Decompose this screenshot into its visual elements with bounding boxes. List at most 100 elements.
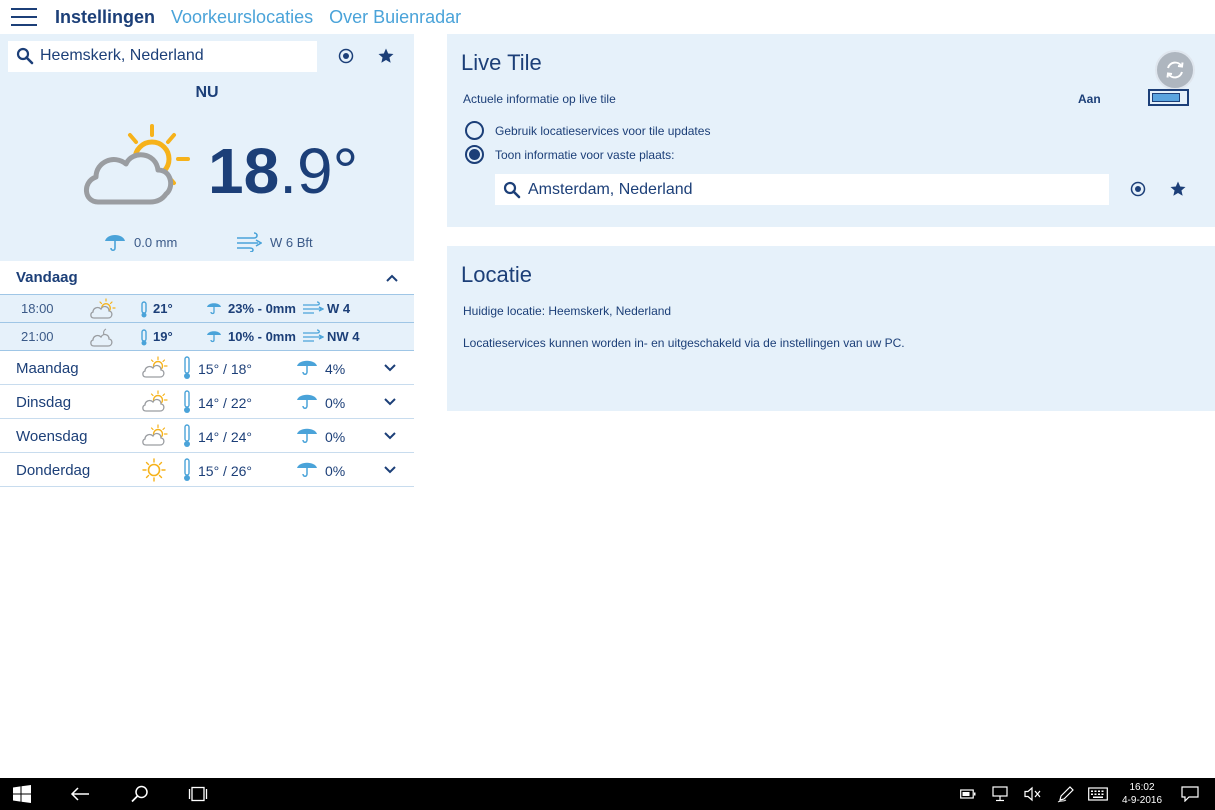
day-name: Donderdag — [16, 462, 91, 479]
day-precipitation: 0% — [325, 463, 346, 479]
radio-button-unchecked — [465, 121, 484, 140]
wind-icon — [237, 232, 262, 252]
day-row-maandag[interactable]: Maandag 15° / 18° 4% — [0, 351, 414, 385]
day-row-woensdag[interactable]: Woensdag 14° / 24° 0% — [0, 419, 414, 453]
location-services-note: Locatieservices kunnen worden in- en uit… — [463, 336, 905, 350]
battery-indicator[interactable] — [958, 784, 978, 804]
hour-time: 21:00 — [21, 329, 54, 344]
day-temperature: 15° / 18° — [198, 361, 253, 377]
partly-cloudy-icon — [142, 356, 168, 378]
tab-voorkeurslocaties[interactable]: Voorkeurslocaties — [171, 7, 313, 28]
current-location-button[interactable] — [336, 46, 356, 66]
pen-icon — [1057, 786, 1074, 803]
tab-instellingen[interactable]: Instellingen — [55, 7, 155, 28]
location-search-value: Heemskerk, Nederland — [40, 47, 204, 64]
search-icon — [131, 785, 148, 803]
radio-location-services-label: Gebruik locatieservices voor tile update… — [495, 123, 711, 138]
fixed-favorite-button[interactable] — [1168, 179, 1188, 199]
network-icon — [992, 786, 1008, 802]
fixed-location-value: Amsterdam, Nederland — [528, 180, 693, 198]
day-name: Dinsdag — [16, 394, 72, 411]
hour-time: 18:00 — [21, 301, 54, 316]
app-window: Instellingen Voorkeurslocaties Over Buie… — [0, 0, 1215, 778]
locate-icon — [1130, 181, 1146, 197]
search-button[interactable] — [130, 784, 150, 804]
chevron-down-icon — [384, 466, 396, 474]
radio-fixed-location[interactable]: Toon informatie voor vaste plaats: — [465, 145, 674, 164]
star-icon — [1170, 181, 1186, 196]
favorite-button[interactable] — [376, 46, 396, 66]
action-center-button[interactable] — [1180, 784, 1200, 804]
wind-icon — [303, 301, 324, 314]
day-precipitation: 0% — [325, 395, 346, 411]
system-clock[interactable]: 16:02 4-9-2016 — [1117, 781, 1167, 807]
refresh-button[interactable] — [1155, 50, 1195, 90]
wind-icon — [303, 329, 324, 342]
hamburger-menu-icon[interactable] — [11, 8, 37, 26]
hour-temperature: 21° — [153, 301, 173, 316]
current-temperature: 18.9° — [208, 139, 358, 203]
taskbar: 16:02 4-9-2016 — [0, 778, 1215, 810]
temperature-decimal: .9° — [279, 135, 359, 207]
partly-cloudy-icon — [90, 298, 116, 319]
chevron-down-icon — [384, 432, 396, 440]
chevron-up-icon — [386, 274, 398, 282]
partly-cloudy-icon — [142, 390, 168, 412]
umbrella-icon — [105, 235, 125, 252]
fixed-current-location-button[interactable] — [1128, 179, 1148, 199]
volume-indicator[interactable] — [1023, 784, 1043, 804]
locatie-title: Locatie — [461, 262, 532, 287]
locatie-panel: Locatie Huidige locatie: Heemskerk, Nede… — [447, 246, 1215, 411]
chevron-down-icon — [384, 398, 396, 406]
hour-row: 21:00 19° 10% - 0mm NW 4 — [0, 323, 414, 351]
network-indicator[interactable] — [991, 784, 1011, 804]
toggle-state-label: Aan — [1078, 92, 1101, 106]
top-navigation: Instellingen Voorkeurslocaties Over Buie… — [0, 0, 1215, 34]
pen-workspace-button[interactable] — [1056, 784, 1076, 804]
task-view-button[interactable] — [188, 784, 208, 804]
day-row-dinsdag[interactable]: Dinsdag 14° / 22° 0% — [0, 385, 414, 419]
thermometer-icon — [184, 390, 190, 413]
notification-icon — [1181, 786, 1199, 802]
locate-icon — [338, 48, 354, 64]
location-search-input[interactable]: Heemskerk, Nederland — [8, 40, 317, 72]
location-search-row: Heemskerk, Nederland — [8, 40, 412, 72]
day-name: Maandag — [16, 360, 79, 377]
day-temperature: 14° / 22° — [198, 395, 253, 411]
day-row-donderdag[interactable]: Donderdag 15° / 26° 0% — [0, 453, 414, 487]
live-tile-title: Live Tile — [461, 50, 542, 75]
refresh-icon — [1166, 61, 1184, 79]
toggle-fill — [1152, 93, 1180, 102]
touch-keyboard-button[interactable] — [1088, 784, 1108, 804]
umbrella-icon — [207, 303, 221, 315]
thermometer-icon — [141, 329, 147, 346]
fixed-location-input[interactable]: Amsterdam, Nederland — [495, 174, 1109, 205]
radio-location-services[interactable]: Gebruik locatieservices voor tile update… — [465, 121, 710, 140]
tab-over-buienradar[interactable]: Over Buienradar — [329, 7, 461, 28]
hour-precipitation: 23% - 0mm — [228, 301, 296, 316]
back-button[interactable] — [70, 784, 90, 804]
hour-wind: W 4 — [327, 301, 351, 316]
now-label: NU — [195, 84, 219, 101]
thermometer-icon — [184, 356, 190, 379]
live-tile-toggle[interactable] — [1148, 89, 1189, 106]
chevron-down-icon — [384, 364, 396, 372]
thermometer-icon — [184, 424, 190, 447]
current-precipitation: 0.0 mm — [104, 232, 177, 252]
current-location-text: Huidige locatie: Heemskerk, Nederland — [463, 304, 672, 318]
day-temperature: 14° / 24° — [198, 429, 253, 445]
day-precipitation: 4% — [325, 361, 346, 377]
radio-fixed-location-label: Toon informatie voor vaste plaats: — [495, 147, 675, 162]
umbrella-icon — [297, 360, 317, 375]
live-tile-panel: Live Tile Actuele informatie op live til… — [447, 34, 1215, 227]
radio-button-checked — [465, 145, 484, 164]
windows-start-button[interactable] — [12, 784, 32, 804]
windows-logo-icon — [13, 785, 31, 803]
umbrella-icon — [297, 394, 317, 409]
umbrella-icon — [297, 428, 317, 443]
live-tile-info-label: Actuele informatie op live tile — [463, 92, 616, 106]
hour-wind: NW 4 — [327, 329, 360, 344]
today-section-header[interactable]: Vandaag — [0, 261, 414, 295]
umbrella-icon — [207, 331, 221, 343]
current-weather: Heemskerk, Nederland NU 18.9° 0.0 mm W 6… — [0, 34, 414, 261]
